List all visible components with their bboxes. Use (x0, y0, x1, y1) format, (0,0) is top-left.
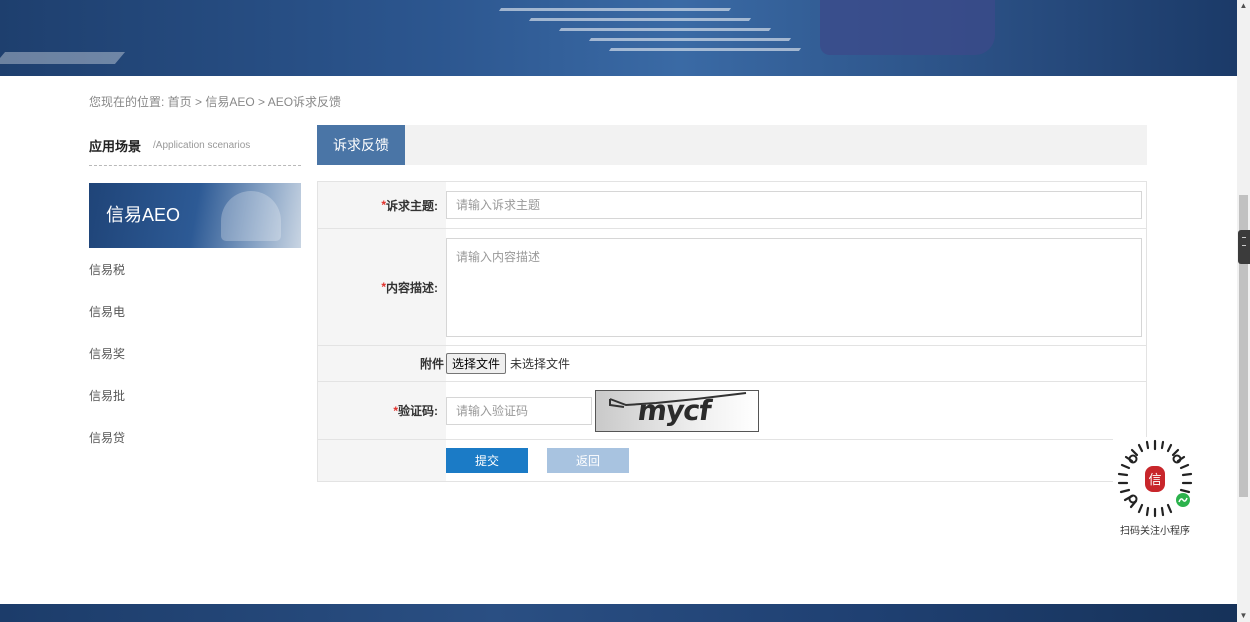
attachment-row: 附件 选择文件 未选择文件 (318, 346, 1146, 382)
sidebar-header: 应用场景 /Application scenarios (89, 125, 301, 166)
subject-label-text: 诉求主题: (386, 198, 438, 213)
section-header: 诉求反馈 (317, 125, 1147, 165)
captcha-label-text: 验证码: (398, 404, 438, 418)
sidebar-item-aeo[interactable]: 信易AEO (89, 183, 301, 248)
sidebar: 应用场景 /Application scenarios 信易AEO 信易税 信易… (89, 125, 301, 459)
actions-row: 提交 返回 (318, 440, 1146, 481)
sidebar-list: 信易税 信易电 信易奖 信易批 信易贷 (89, 249, 301, 459)
scroll-down-icon[interactable]: ▼ (1237, 610, 1250, 622)
content-label-text: 内容描述: (386, 280, 438, 295)
content-row: * 内容描述: (318, 229, 1146, 346)
captcha-label: * 验证码: (318, 382, 446, 439)
submit-button[interactable]: 提交 (446, 448, 528, 473)
qr-panel: 信 扫码关注小程序 (1113, 437, 1197, 537)
content-textarea[interactable] (446, 237, 1142, 337)
page-scrollbar[interactable]: ▲ ▼ (1237, 0, 1250, 622)
attachment-label-text: 附件 (419, 357, 444, 371)
captcha-input[interactable] (446, 396, 592, 425)
breadcrumb: 您现在的位置: 首页 > 信易AEO > AEO诉求反馈 (89, 95, 342, 109)
side-drawer-tab[interactable] (1238, 230, 1250, 264)
captcha-row: * 验证码: mycf (318, 382, 1146, 440)
sidebar-item-approval[interactable]: 信易批 (89, 375, 301, 417)
back-button[interactable]: 返回 (547, 448, 629, 473)
attachment-label: 附件 (318, 346, 446, 381)
sidebar-item-aeo-label: 信易AEO (106, 205, 181, 225)
sidebar-title: 应用场景 (89, 138, 142, 154)
captcha-image[interactable]: mycf (595, 389, 759, 432)
choose-file-button[interactable]: 选择文件 (446, 353, 507, 374)
sidebar-item-award[interactable]: 信易奖 (89, 333, 301, 375)
feedback-form: * 诉求主题: * 内容描述: 附件 选择文件 未选择文件 (317, 181, 1147, 482)
sidebar-item-loan[interactable]: 信易贷 (89, 417, 301, 459)
captcha-text: mycf (635, 393, 713, 427)
sidebar-item-tax[interactable]: 信易税 (89, 249, 301, 291)
actions-label-cell (318, 440, 446, 481)
subject-label: * 诉求主题: (318, 182, 446, 228)
qr-center-glyph: 信 (1148, 473, 1161, 488)
file-status: 未选择文件 (510, 357, 571, 371)
qr-caption: 扫码关注小程序 (1120, 526, 1190, 537)
tab-feedback[interactable]: 诉求反馈 (317, 125, 405, 165)
qr-code-icon: 信 (1113, 437, 1197, 521)
subject-input[interactable] (446, 191, 1142, 219)
sidebar-item-electricity[interactable]: 信易电 (89, 291, 301, 333)
top-banner (0, 0, 1237, 76)
sidebar-subtitle: /Application scenarios (153, 139, 251, 151)
subject-row: * 诉求主题: (318, 182, 1146, 229)
main-content: 诉求反馈 * 诉求主题: * 内容描述: 附件 (317, 125, 1147, 482)
scroll-up-icon[interactable]: ▲ (1237, 0, 1250, 12)
content-label: * 内容描述: (318, 229, 446, 345)
footer-banner (0, 604, 1237, 622)
